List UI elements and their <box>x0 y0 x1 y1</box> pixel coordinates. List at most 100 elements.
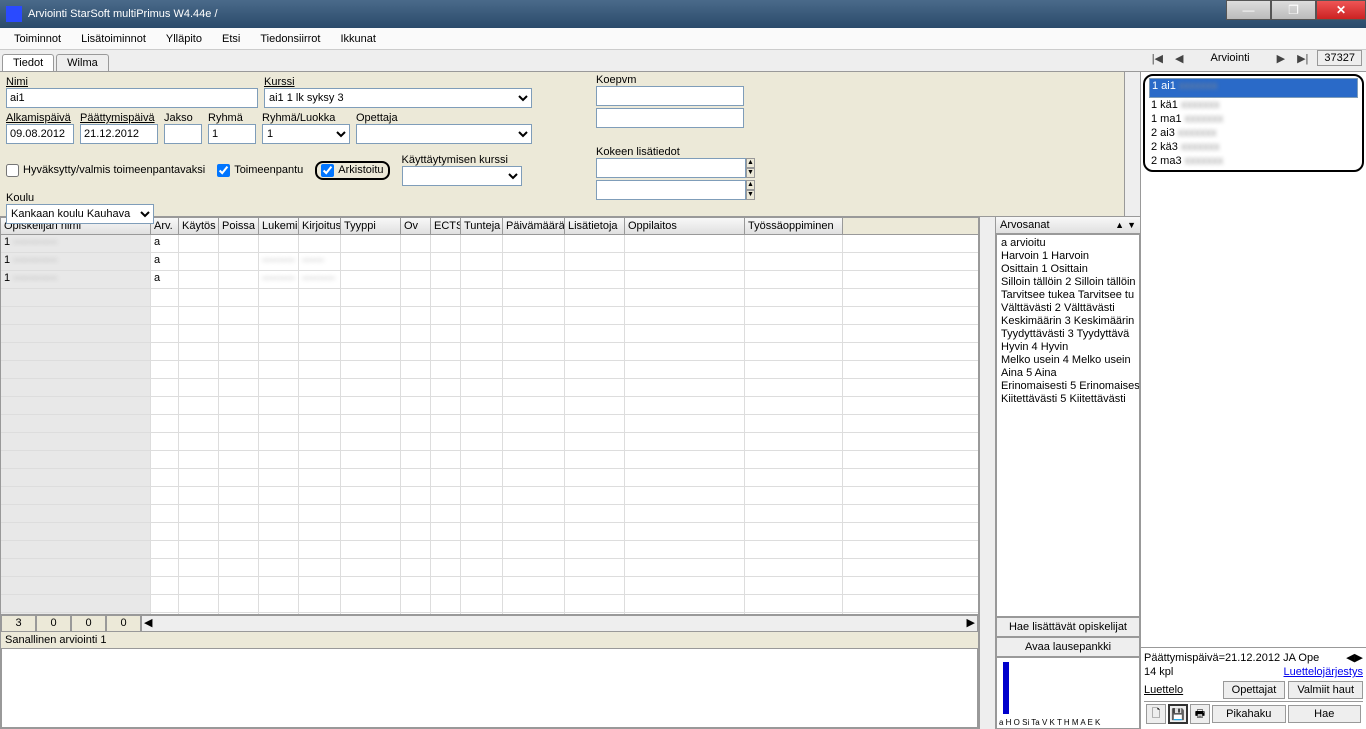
print-icon[interactable]: 🖶 <box>1190 704 1210 724</box>
arvosanat-item[interactable]: Tarvitsee tukea Tarvitsee tu <box>1001 289 1135 302</box>
table-row[interactable] <box>1 397 978 415</box>
menu-etsi[interactable]: Etsi <box>212 33 250 45</box>
toimeenpantu-checkbox[interactable]: Toimeenpantu <box>217 164 303 177</box>
horizontal-scrollbar[interactable]: ◀▶ <box>141 615 978 632</box>
kaytt-select[interactable] <box>402 166 522 186</box>
pikahaku-button[interactable]: Pikahaku <box>1212 705 1286 723</box>
arvosanat-item[interactable]: Erinomaisesti 5 Erinomaisesti <box>1001 380 1135 393</box>
course-list-item[interactable]: 1 kä1 xxxxxxx <box>1149 98 1358 112</box>
table-row[interactable]: 1 ————a <box>1 235 978 253</box>
arvosanat-item[interactable]: Välttävästi 2 Välttävästi <box>1001 302 1135 315</box>
nimi-input[interactable] <box>6 88 258 108</box>
form-scrollbar[interactable] <box>1124 72 1140 216</box>
course-list[interactable]: 1 ai1 xxxxxxx1 kä1 xxxxxxx1 ma1 xxxxxxx2… <box>1141 72 1366 647</box>
spinner-up-icon[interactable]: ▲ <box>746 158 755 168</box>
course-list-item[interactable]: 2 kä3 xxxxxxx <box>1149 140 1358 154</box>
nav-last-icon[interactable]: ▶| <box>1294 52 1311 65</box>
tab-wilma[interactable]: Wilma <box>56 54 109 71</box>
menu-tiedonsiirrot[interactable]: Tiedonsiirrot <box>250 33 330 45</box>
arvosanat-item[interactable]: Osittain 1 Osittain <box>1001 263 1135 276</box>
arvosanat-item[interactable]: Aina 5 Aina <box>1001 367 1135 380</box>
nav-prev-icon[interactable]: ◀ <box>1172 52 1186 65</box>
hae-button[interactable]: Hae <box>1288 705 1362 723</box>
save-icon[interactable]: 💾 <box>1168 704 1188 724</box>
tab-tiedot[interactable]: Tiedot <box>2 54 54 71</box>
ryhma-input[interactable] <box>208 124 256 144</box>
table-row[interactable] <box>1 415 978 433</box>
koepvm-label: Koepvm <box>596 74 744 86</box>
course-list-item[interactable]: 2 ma3 xxxxxxx <box>1149 154 1358 168</box>
table-row[interactable] <box>1 595 978 613</box>
kaytt-label: Käyttäytymisen kurssi <box>402 154 522 166</box>
hyvaksytty-checkbox[interactable]: Hyväksytty/valmis toimeenpantavaksi <box>6 164 205 177</box>
spinner-up-icon[interactable]: ▲ <box>746 180 755 190</box>
table-row[interactable] <box>1 289 978 307</box>
nav-next-icon[interactable]: ▶ <box>1274 52 1288 65</box>
table-row[interactable] <box>1 541 978 559</box>
koepvm-input[interactable] <box>596 86 744 106</box>
luettelo-label[interactable]: Luettelo <box>1144 684 1183 696</box>
table-row[interactable] <box>1 307 978 325</box>
nav-first-icon[interactable]: |◀ <box>1149 52 1166 65</box>
new-icon[interactable]: 🗋 <box>1146 704 1166 724</box>
paatty-input[interactable] <box>80 124 158 144</box>
course-list-item[interactable]: 1 ai1 xxxxxxx <box>1149 78 1358 98</box>
table-row[interactable] <box>1 505 978 523</box>
arvosanat-item[interactable]: Hyvin 4 Hyvin <box>1001 341 1135 354</box>
table-row[interactable]: 1 ————a————— <box>1 253 978 271</box>
valmiit-haut-button[interactable]: Valmiit haut <box>1288 681 1363 699</box>
course-list-item[interactable]: 1 ma1 xxxxxxx <box>1149 112 1358 126</box>
table-row[interactable] <box>1 361 978 379</box>
footer-count: 0 <box>71 615 106 632</box>
table-row[interactable] <box>1 523 978 541</box>
scroll-right-icon[interactable]: ▶ <box>1355 652 1363 664</box>
kurssi-select[interactable]: ai1 1 lk syksy 3 <box>264 88 532 108</box>
arvosanat-list[interactable]: a arvioituHarvoin 1 HarvoinOsittain 1 Os… <box>996 234 1140 617</box>
jakso-input[interactable] <box>164 124 202 144</box>
arvosanat-item[interactable]: Harvoin 1 Harvoin <box>1001 250 1135 263</box>
arvosanat-item[interactable]: Silloin tällöin 2 Silloin tällöin <box>1001 276 1135 289</box>
arvosanat-item[interactable]: Keskimäärin 3 Keskimäärin <box>1001 315 1135 328</box>
table-row[interactable] <box>1 379 978 397</box>
sanallinen-textarea[interactable] <box>1 648 978 728</box>
menu-yllapito[interactable]: Ylläpito <box>156 33 212 45</box>
ryhmaluokka-select[interactable]: 1 <box>262 124 350 144</box>
koepvm-input2[interactable] <box>596 108 744 128</box>
table-row[interactable] <box>1 577 978 595</box>
table-row[interactable] <box>1 343 978 361</box>
table-row[interactable] <box>1 469 978 487</box>
nav-record-number: 37327 <box>1317 50 1362 66</box>
alkamis-input[interactable] <box>6 124 74 144</box>
opettajat-button[interactable]: Opettajat <box>1223 681 1286 699</box>
minimize-button[interactable]: — <box>1226 0 1271 20</box>
arkistoitu-highlight: Arkistoitu <box>315 161 389 180</box>
koulu-select[interactable]: Kankaan koulu Kauhava <box>6 204 154 224</box>
close-button[interactable]: ✕ <box>1316 0 1366 20</box>
grid-vertical-scrollbar[interactable] <box>979 217 995 729</box>
maximize-button[interactable]: ❐ <box>1271 0 1316 20</box>
opettaja-select[interactable] <box>356 124 532 144</box>
table-row[interactable] <box>1 433 978 451</box>
avaa-lausepankki-button[interactable]: Avaa lausepankki <box>996 637 1140 657</box>
table-row[interactable] <box>1 325 978 343</box>
kokeen-input[interactable] <box>596 158 746 178</box>
arkistoitu-checkbox[interactable]: Arkistoitu <box>321 164 383 177</box>
spinner-down-icon[interactable]: ▼ <box>746 168 755 178</box>
luettelojarjestys-link[interactable]: Luettelojärjestys <box>1284 666 1364 678</box>
table-row[interactable]: 1 ————a—————— <box>1 271 978 289</box>
arvosanat-item[interactable]: Melko usein 4 Melko usein <box>1001 354 1135 367</box>
arvosanat-item[interactable]: Tyydyttävästi 3 Tyydyttävä <box>1001 328 1135 341</box>
table-row[interactable] <box>1 559 978 577</box>
hae-lisattavat-button[interactable]: Hae lisättävät opiskelijat <box>996 617 1140 637</box>
arvosanat-item[interactable]: Kiitettävästi 5 Kiitettävästi <box>1001 393 1135 406</box>
table-row[interactable] <box>1 451 978 469</box>
scroll-left-icon[interactable]: ◀ <box>1346 652 1354 664</box>
kokeen-input2[interactable] <box>596 180 746 200</box>
menu-ikkunat[interactable]: Ikkunat <box>330 33 385 45</box>
spinner-down-icon[interactable]: ▼ <box>746 190 755 200</box>
course-list-item[interactable]: 2 ai3 xxxxxxx <box>1149 126 1358 140</box>
menu-lisatoiminnot[interactable]: Lisätoiminnot <box>71 33 156 45</box>
table-row[interactable] <box>1 487 978 505</box>
arvosanat-item[interactable]: a arvioitu <box>1001 237 1135 250</box>
menu-toiminnot[interactable]: Toiminnot <box>4 33 71 45</box>
